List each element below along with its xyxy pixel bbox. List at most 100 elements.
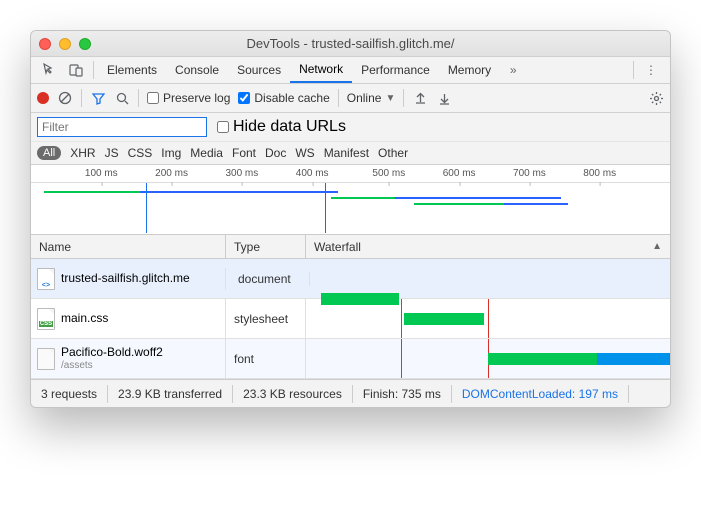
request-waterfall xyxy=(306,299,670,338)
filter-row: Hide data URLs xyxy=(31,113,670,142)
titlebar: DevTools - trusted-sailfish.glitch.me/ xyxy=(31,31,670,57)
col-waterfall-label: Waterfall xyxy=(314,240,361,254)
overview-bar xyxy=(44,191,146,193)
tab-elements[interactable]: Elements xyxy=(98,57,166,83)
preserve-log-label: Preserve log xyxy=(163,91,230,105)
network-toolbar: Preserve log Disable cache Online ▼ xyxy=(31,84,670,113)
overview-timeline[interactable]: 100 ms200 ms300 ms400 ms500 ms600 ms700 … xyxy=(31,165,670,235)
type-filter-other[interactable]: Other xyxy=(378,146,408,160)
tab-performance[interactable]: Performance xyxy=(352,57,439,83)
type-filter-css[interactable]: CSS xyxy=(128,146,153,160)
overview-bar xyxy=(140,191,338,193)
status-bar: 3 requests 23.9 KB transferred 23.3 KB r… xyxy=(31,379,670,407)
sort-arrow-icon: ▲ xyxy=(652,241,662,252)
tab-sources[interactable]: Sources xyxy=(228,57,290,83)
tab-console[interactable]: Console xyxy=(166,57,228,83)
type-filter-media[interactable]: Media xyxy=(190,146,223,160)
tick: 400 ms xyxy=(296,168,329,179)
overview-ruler: 100 ms200 ms300 ms400 ms500 ms600 ms700 … xyxy=(31,165,670,183)
settings-gear-icon[interactable] xyxy=(649,91,664,106)
throttling-select[interactable]: Online ▼ xyxy=(347,91,396,105)
request-waterfall xyxy=(306,339,670,378)
tab-network[interactable]: Network xyxy=(290,57,352,83)
disable-cache-label: Disable cache xyxy=(254,91,329,105)
request-name: main.css xyxy=(61,312,108,326)
type-filter-font[interactable]: Font xyxy=(232,146,256,160)
type-filter-all[interactable]: All xyxy=(37,146,61,160)
record-button[interactable] xyxy=(37,92,49,104)
dropdown-arrow-icon: ▼ xyxy=(385,93,395,104)
status-transferred: 23.9 KB transferred xyxy=(108,385,233,403)
tick: 300 ms xyxy=(225,168,258,179)
panel-tabs: ElementsConsoleSourcesNetworkPerformance… xyxy=(98,57,500,83)
waterfall-marker xyxy=(401,339,402,378)
request-type: stylesheet xyxy=(226,299,306,338)
devtools-window: DevTools - trusted-sailfish.glitch.me/ E… xyxy=(30,30,671,408)
font-file-icon xyxy=(37,348,55,370)
type-filter-img[interactable]: Img xyxy=(161,146,181,160)
waterfall-bar xyxy=(404,313,484,325)
hide-data-urls-label: Hide data URLs xyxy=(233,118,346,136)
tick: 200 ms xyxy=(155,168,188,179)
request-name: Pacifico-Bold.woff2 xyxy=(61,346,163,360)
upload-har-icon[interactable] xyxy=(412,92,428,105)
waterfall-bar xyxy=(488,353,597,365)
request-row[interactable]: Pacifico-Bold.woff2/assets font xyxy=(31,339,670,379)
request-rows: <>trusted-sailfish.glitch.medocumentCSSm… xyxy=(31,259,670,379)
tick: 100 ms xyxy=(85,168,118,179)
tick: 600 ms xyxy=(443,168,476,179)
col-type[interactable]: Type xyxy=(226,235,306,258)
request-type: font xyxy=(226,339,306,378)
type-filter-doc[interactable]: Doc xyxy=(265,146,286,160)
col-name[interactable]: Name xyxy=(31,235,226,258)
filter-icon[interactable] xyxy=(90,92,106,105)
waterfall-marker xyxy=(401,299,402,338)
throttling-value: Online xyxy=(347,91,382,105)
hide-data-urls-checkbox[interactable]: Hide data URLs xyxy=(217,118,346,136)
zoom-window-button[interactable] xyxy=(79,38,91,50)
overview-marker xyxy=(146,183,147,233)
overview-lanes xyxy=(31,183,670,233)
download-har-icon[interactable] xyxy=(436,92,452,105)
request-row[interactable]: CSS main.css stylesheet xyxy=(31,299,670,339)
request-row[interactable]: <>trusted-sailfish.glitch.medocument xyxy=(31,259,670,299)
status-requests: 3 requests xyxy=(41,385,108,403)
type-filter-ws[interactable]: WS xyxy=(295,146,314,160)
clear-icon[interactable] xyxy=(57,91,73,105)
more-menu-icon[interactable]: ⋮ xyxy=(638,63,664,77)
col-waterfall[interactable]: Waterfall ▲ xyxy=(306,235,670,258)
css-file-icon: CSS xyxy=(37,308,55,330)
disable-cache-checkbox[interactable]: Disable cache xyxy=(238,91,329,105)
window-title: DevTools - trusted-sailfish.glitch.me/ xyxy=(39,36,662,51)
type-filter-xhr[interactable]: XHR xyxy=(70,146,95,160)
type-filter-row: All XHR JS CSS Img Media Font Doc WS Manifest Othe… xyxy=(31,142,670,165)
tick: 800 ms xyxy=(583,168,616,179)
close-window-button[interactable] xyxy=(39,38,51,50)
overview-marker xyxy=(325,183,326,233)
preserve-log-checkbox[interactable]: Preserve log xyxy=(147,91,230,105)
panel-tabs-row: ElementsConsoleSourcesNetworkPerformance… xyxy=(31,57,670,84)
filter-input[interactable] xyxy=(37,117,207,137)
request-type: document xyxy=(230,272,310,286)
status-dcl[interactable]: DOMContentLoaded: 197 ms xyxy=(452,385,629,403)
request-name: trusted-sailfish.glitch.me xyxy=(61,272,190,286)
tick: 700 ms xyxy=(513,168,546,179)
tab-memory[interactable]: Memory xyxy=(439,57,500,83)
type-filter-manifest[interactable]: Manifest xyxy=(324,146,369,160)
inspect-element-icon[interactable] xyxy=(37,63,63,77)
device-toolbar-icon[interactable] xyxy=(63,63,89,77)
status-resources: 23.3 KB resources xyxy=(233,385,353,403)
minimize-window-button[interactable] xyxy=(59,38,71,50)
search-icon[interactable] xyxy=(114,92,130,105)
overflow-tabs-icon[interactable]: » xyxy=(500,63,526,77)
type-filter-js[interactable]: JS xyxy=(105,146,119,160)
window-controls xyxy=(39,38,91,50)
request-subpath: /assets xyxy=(61,360,163,372)
waterfall-bar xyxy=(597,353,670,365)
overview-bar xyxy=(414,203,510,205)
overview-bar xyxy=(504,203,568,205)
waterfall-marker xyxy=(488,299,489,338)
request-headers: Name Type Waterfall ▲ xyxy=(31,235,670,259)
status-finish: Finish: 735 ms xyxy=(353,385,452,403)
overview-bar xyxy=(395,197,561,199)
